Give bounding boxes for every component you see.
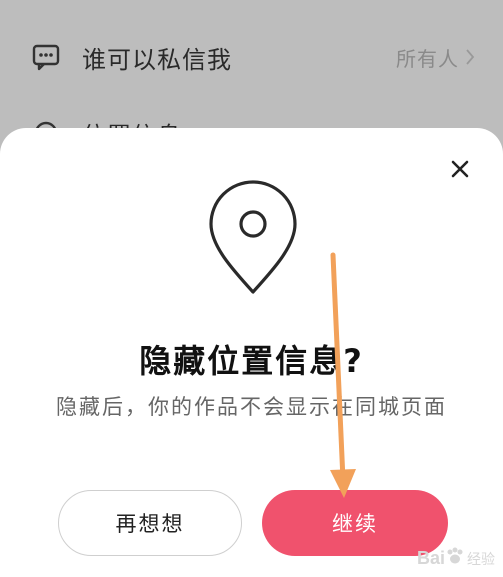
watermark-text: Bai: [416, 548, 445, 568]
settings-row-label: 谁可以私信我: [82, 45, 232, 74]
dialog-description: 隐藏后，你的作品不会显示在同城页面: [56, 395, 447, 419]
rethink-button[interactable]: 再想想: [58, 490, 242, 556]
location-pin-icon: [203, 180, 303, 298]
message-dots-icon: [32, 43, 60, 71]
close-icon[interactable]: [449, 158, 471, 180]
baidu-watermark: Bai 经验: [417, 546, 495, 571]
settings-row-who-can-message[interactable]: 谁可以私信我 所有人: [0, 19, 503, 95]
watermark-sub: 经验: [467, 550, 495, 567]
chevron-right-icon: [465, 48, 475, 66]
settings-row-value: 所有人: [396, 46, 459, 71]
hide-location-dialog: 隐藏位置信息? 隐藏后，你的作品不会显示在同城页面 再想想 继续: [0, 128, 503, 577]
dialog-title: 隐藏位置信息?: [139, 342, 364, 380]
paw-icon: [445, 546, 465, 571]
